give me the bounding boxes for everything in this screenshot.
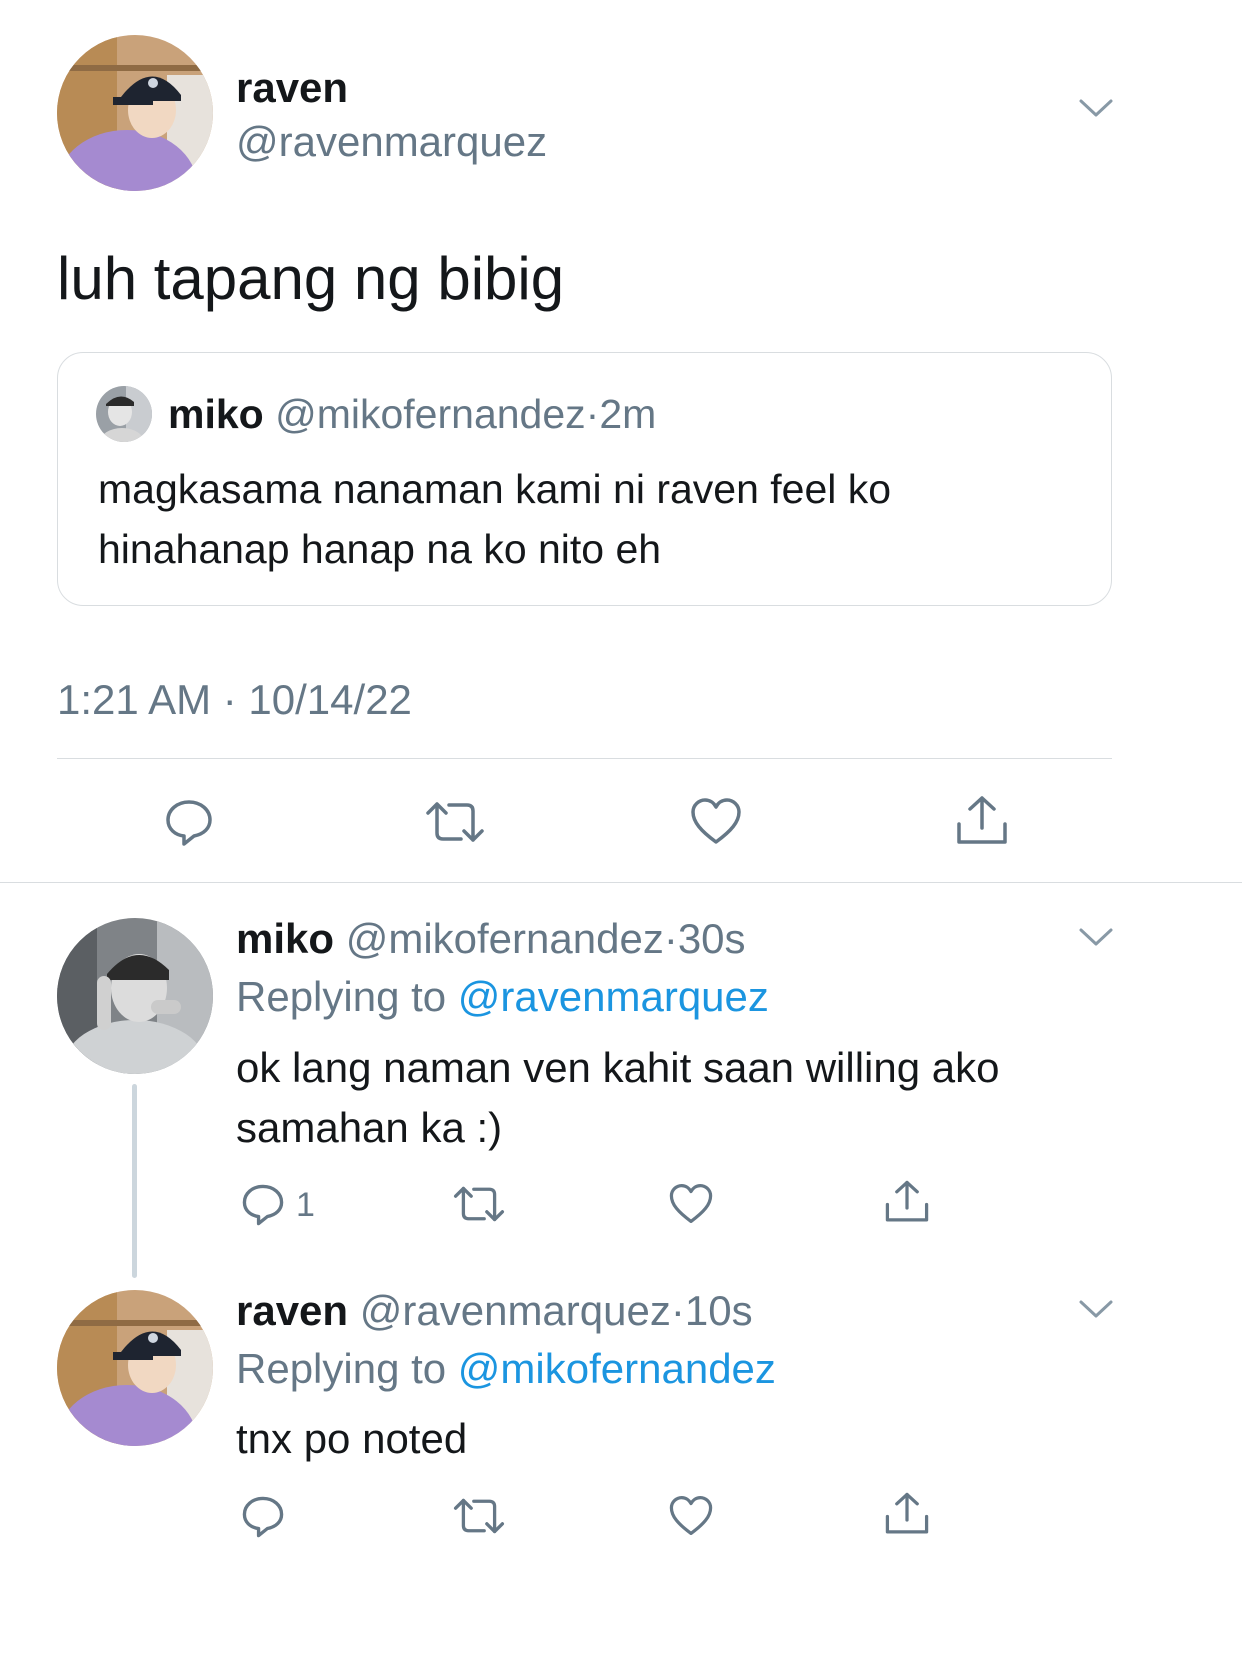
replying-to-link[interactable]: @mikofernandez (458, 1345, 776, 1392)
reply-separator: · (663, 915, 678, 962)
replying-to-label: Replying to (236, 1345, 447, 1392)
quoted-display-name: miko (168, 391, 264, 437)
reply-time: 10s (684, 1287, 753, 1334)
heart-icon[interactable] (689, 796, 743, 846)
retweet-icon[interactable] (453, 1496, 505, 1536)
retweet-icon[interactable] (425, 799, 485, 845)
reply-text-line2: samahan ka :) (236, 1104, 503, 1151)
reply-author-handle[interactable]: @mikofernandez (346, 915, 664, 962)
reply-icon[interactable] (240, 1494, 286, 1540)
raven-avatar[interactable] (57, 1290, 213, 1446)
divider (57, 758, 1112, 759)
reply-separator: · (670, 1287, 685, 1334)
chevron-down-icon[interactable] (1078, 1297, 1114, 1321)
reply-icon[interactable] (240, 1182, 286, 1228)
quoted-separator: · (585, 391, 600, 437)
raven-avatar[interactable] (57, 35, 213, 191)
share-icon[interactable] (955, 794, 1009, 848)
heart-icon[interactable] (668, 1494, 714, 1537)
reply-count: 1 (296, 1186, 315, 1224)
reply-text-line1: ok lang naman ven kahit saan willing ako (236, 1044, 1000, 1091)
author-handle[interactable]: @ravenmarquez (236, 118, 547, 166)
reply-text: tnx po noted (236, 1415, 468, 1462)
replying-to-link[interactable]: @ravenmarquez (458, 973, 769, 1020)
share-icon[interactable] (884, 1179, 930, 1225)
reply-author-handle[interactable]: @ravenmarquez (360, 1287, 671, 1334)
author-display-name[interactable]: raven (236, 64, 348, 112)
chevron-down-icon[interactable] (1078, 925, 1114, 949)
reply-author-name[interactable]: raven (236, 1287, 348, 1334)
quoted-avatar (96, 386, 152, 442)
replying-to-label: Replying to (236, 973, 447, 1020)
quoted-handle: @mikofernandez (275, 391, 586, 437)
quoted-tweet-card[interactable]: miko @mikofernandez·2m magkasama nanaman… (57, 352, 1112, 606)
reply-author-name[interactable]: miko (236, 915, 334, 962)
thread-line (132, 1084, 137, 1278)
chevron-down-icon[interactable] (1078, 96, 1114, 120)
miko-avatar[interactable] (57, 918, 213, 1074)
quoted-time: 2m (599, 391, 657, 437)
section-divider (0, 882, 1242, 883)
heart-icon[interactable] (668, 1182, 714, 1225)
share-icon[interactable] (884, 1491, 930, 1537)
reply-icon[interactable] (163, 797, 215, 849)
quoted-text-line1: magkasama nanaman kami ni raven feel ko (98, 466, 892, 512)
quoted-text-line2: hinahanap hanap na ko nito eh (98, 526, 662, 572)
tweet-text: luh tapang ng bibig (57, 245, 565, 312)
tweet-timestamp: 1:21 AM · 10/14/22 (57, 676, 412, 723)
retweet-icon[interactable] (453, 1184, 505, 1224)
reply-time: 30s (677, 915, 746, 962)
